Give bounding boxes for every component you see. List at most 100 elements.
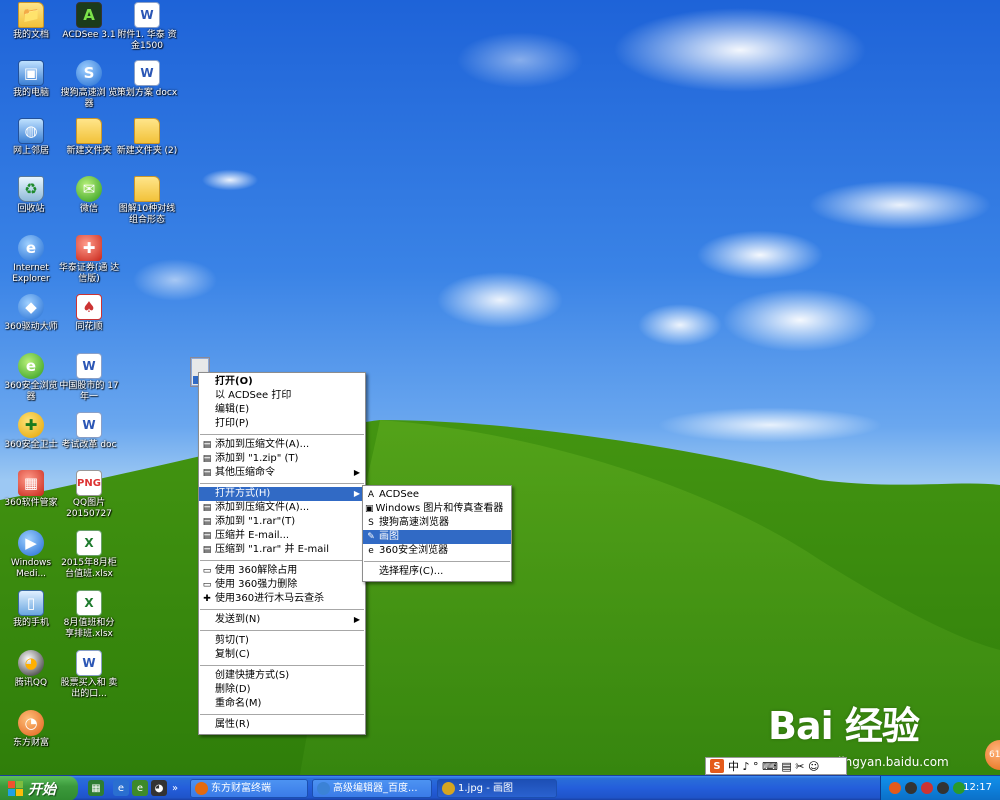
desktop-app-icon: ◆ bbox=[18, 294, 44, 320]
qq-quicklaunch-icon[interactable]: ◕ bbox=[151, 780, 167, 796]
menu-item[interactable]: ▤ 压缩并 E-mail... bbox=[199, 529, 365, 543]
desktop-icon[interactable]: X 2015年8月柜 台值班.xlsx bbox=[58, 530, 120, 580]
desktop-icon-label: QQ图片 20150727 bbox=[66, 498, 112, 519]
desktop-icon[interactable]: ✉ 微信 bbox=[58, 176, 120, 215]
menu-item[interactable]: e 360安全浏览器 bbox=[363, 544, 511, 558]
desktop-icon[interactable]: ▶ Windows Medi... bbox=[0, 530, 62, 580]
taskbar-button[interactable]: 高级编辑器_百度... bbox=[312, 779, 432, 798]
desktop-icon[interactable]: W 股票买入和 卖出的口... bbox=[58, 650, 120, 700]
menu-item[interactable]: ▤ 其他压缩命令 ▶ bbox=[199, 466, 365, 480]
menu-item-label: ACDSee bbox=[379, 489, 419, 500]
desktop-icon[interactable]: ◍ 网上邻居 bbox=[0, 118, 62, 157]
desktop-icon[interactable]: PNG QQ图片 20150727 bbox=[58, 470, 120, 520]
menu-item[interactable]: 打开(O) bbox=[199, 375, 365, 389]
menu-item-label: 画图 bbox=[379, 531, 399, 542]
desktop-icon[interactable]: W 中国股市的 17年一 bbox=[58, 353, 120, 403]
menu-separator bbox=[200, 434, 364, 435]
menu-item[interactable]: A ACDSee bbox=[363, 488, 511, 502]
menu-item[interactable]: 剪切(T) bbox=[199, 634, 365, 648]
desktop-icon[interactable]: ♻ 回收站 bbox=[0, 176, 62, 215]
menu-item[interactable]: ✎ 画图 bbox=[363, 530, 511, 544]
menu-item[interactable]: ▤ 压缩到 "1.rar" 并 E-mail bbox=[199, 543, 365, 557]
desktop-icon[interactable]: W 附件1. 华泰 资金1500 bbox=[116, 2, 178, 52]
quicklaunch-more-icon[interactable]: » bbox=[170, 780, 180, 796]
desktop-icon-label: 8月值班和分 享排班.xlsx bbox=[63, 618, 115, 639]
desktop-icon[interactable]: ♠ 同花顺 bbox=[58, 294, 120, 333]
desktop-app-icon: W bbox=[76, 412, 102, 438]
menu-item-icon: ▤ bbox=[202, 468, 212, 478]
menu-item[interactable]: ▣ Windows 图片和传真查看器 bbox=[363, 502, 511, 516]
sogou-tray-icon[interactable] bbox=[889, 782, 901, 794]
menu-item[interactable]: 以 ACDSee 打印 bbox=[199, 389, 365, 403]
desktop-icon[interactable]: ◔ 东方财富 bbox=[0, 710, 62, 749]
menu-item-label: 删除(D) bbox=[215, 684, 251, 695]
menu-item-label: 添加到 "1.zip" (T) bbox=[215, 453, 299, 464]
menu-item[interactable]: 编辑(E) bbox=[199, 403, 365, 417]
desktop-icon[interactable]: 图解10种对线 组合形态 bbox=[116, 176, 178, 226]
desktop-icon[interactable]: ▯ 我的手机 bbox=[0, 590, 62, 629]
menu-item[interactable]: ✚ 使用360进行木马云查杀 bbox=[199, 592, 365, 606]
desktop-app-icon: W bbox=[134, 2, 160, 28]
360-browser-quicklaunch-icon[interactable]: e bbox=[132, 780, 148, 796]
desktop-icon[interactable]: 新建文件夹 bbox=[58, 118, 120, 157]
desktop-app-icon: X bbox=[76, 530, 102, 556]
menu-item[interactable]: S 搜狗高速浏览器 bbox=[363, 516, 511, 530]
menu-item[interactable]: 发送到(N) ▶ bbox=[199, 613, 365, 627]
menu-item[interactable]: 创建快捷方式(S) bbox=[199, 669, 365, 683]
taskbar-button[interactable]: 东方财富终端 bbox=[190, 779, 308, 798]
menu-item-label: 发送到(N) bbox=[215, 614, 261, 625]
ime-toolbar[interactable]: S 中 ♪ ° ⌨ ▤ ✂ ☺ bbox=[705, 757, 847, 775]
menu-item[interactable]: 属性(R) bbox=[199, 718, 365, 732]
menu-item-label: 打印(P) bbox=[215, 418, 249, 429]
menu-item-label: 创建快捷方式(S) bbox=[215, 670, 290, 681]
desktop-icon[interactable]: ▦ 360软件管家 bbox=[0, 470, 62, 509]
menu-item[interactable]: ▤ 添加到压缩文件(A)... bbox=[199, 501, 365, 515]
menu-item[interactable]: ▤ 添加到 "1.zip" (T) bbox=[199, 452, 365, 466]
desktop-icon-label: 股票买入和 卖出的口... bbox=[60, 678, 118, 699]
system-tray: 12:17 bbox=[880, 776, 1000, 800]
ime-status-text[interactable]: 中 ♪ ° ⌨ ▤ ✂ ☺ bbox=[728, 758, 819, 774]
desktop-icon-label: 策划方案 docx bbox=[116, 88, 178, 98]
menu-item[interactable]: 重命名(M) bbox=[199, 697, 365, 711]
desktop-app-icon: ◍ bbox=[18, 118, 44, 144]
desktop-icon[interactable]: ✚ 华泰证券(通 达信版) bbox=[58, 235, 120, 285]
desktop-icon[interactable]: ◕ 腾讯QQ bbox=[0, 650, 62, 689]
desktop-app-icon: A bbox=[76, 2, 102, 28]
show-desktop-icon[interactable]: ▦ bbox=[88, 780, 104, 796]
desktop-icon[interactable]: W 考试改革 doc bbox=[58, 412, 120, 451]
desktop-icon-label: 附件1. 华泰 资金1500 bbox=[117, 30, 177, 51]
desktop-icon[interactable]: A ACDSee 3.1 bbox=[58, 2, 120, 41]
sogou-ime-icon[interactable]: S bbox=[710, 759, 724, 773]
desktop-icon[interactable]: W 策划方案 docx bbox=[116, 60, 178, 99]
start-button[interactable]: 开始 bbox=[0, 776, 78, 800]
desktop-icon[interactable]: X 8月值班和分 享排班.xlsx bbox=[58, 590, 120, 640]
menu-item[interactable]: ▭ 使用 360强力删除 bbox=[199, 578, 365, 592]
desktop-icon[interactable]: S 搜狗高速浏 览器 bbox=[58, 60, 120, 110]
desktop-icon[interactable]: ◆ 360驱动大师 bbox=[0, 294, 62, 333]
desktop-app-icon: ▯ bbox=[18, 590, 44, 616]
desktop-icon-label: 搜狗高速浏 览器 bbox=[60, 88, 118, 109]
menu-item[interactable]: 复制(C) bbox=[199, 648, 365, 662]
tray-app-icon[interactable] bbox=[921, 782, 933, 794]
context-menu: 打开(O) 以 ACDSee 打印 编辑(E) 打印(P) ▤ 添加到压缩文件(A)...… bbox=[198, 372, 366, 735]
desktop-icon[interactable]: ✚ 360安全卫士 bbox=[0, 412, 62, 451]
menu-item[interactable]: 删除(D) bbox=[199, 683, 365, 697]
menu-item[interactable]: ▤ 添加到压缩文件(A)... bbox=[199, 438, 365, 452]
qq-tray-icon[interactable] bbox=[905, 782, 917, 794]
menu-item[interactable]: 打印(P) bbox=[199, 417, 365, 431]
ie-quicklaunch-icon[interactable]: e bbox=[113, 780, 129, 796]
menu-item[interactable]: 打开方式(H) ▶ bbox=[199, 487, 365, 501]
desktop-icon[interactable]: 📁 我的文档 bbox=[0, 2, 62, 41]
taskbar-button[interactable]: 1.jpg - 画图 bbox=[437, 779, 557, 798]
desktop-icon[interactable]: 新建文件夹 (2) bbox=[116, 118, 178, 157]
desktop-icon-label: 新建文件夹 bbox=[66, 146, 112, 156]
qq-tray-icon-2[interactable] bbox=[937, 782, 949, 794]
clock[interactable]: 12:17 bbox=[963, 782, 992, 793]
desktop-icon[interactable]: ▣ 我的电脑 bbox=[0, 60, 62, 99]
desktop-icon[interactable]: e Internet Explorer bbox=[0, 235, 62, 285]
menu-item-icon: ▤ bbox=[202, 531, 212, 541]
menu-item[interactable]: ▭ 使用 360解除占用 bbox=[199, 564, 365, 578]
menu-item[interactable]: 选择程序(C)... bbox=[363, 565, 511, 579]
menu-item[interactable]: ▤ 添加到 "1.rar"(T) bbox=[199, 515, 365, 529]
desktop-icon[interactable]: e 360安全浏览 器 bbox=[0, 353, 62, 403]
